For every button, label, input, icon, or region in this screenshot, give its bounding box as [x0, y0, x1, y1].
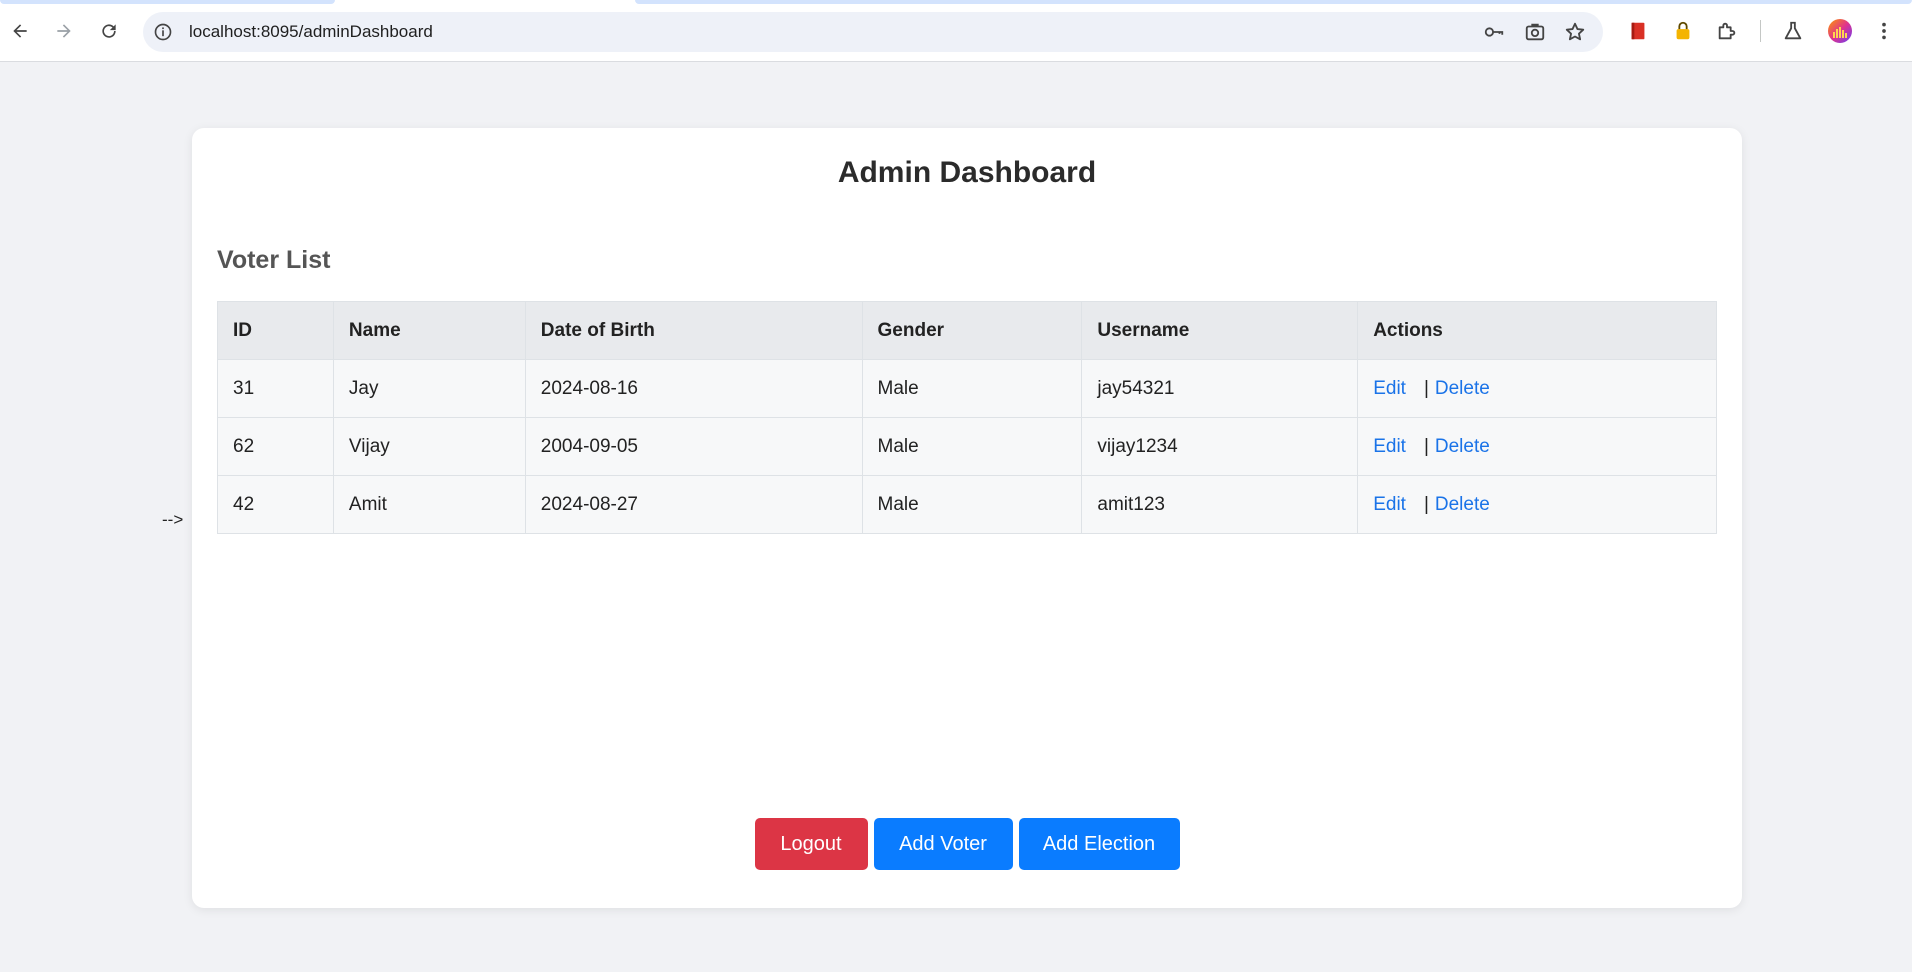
- back-arrow-icon: [13, 24, 27, 38]
- cell-username: vijay1234: [1081, 417, 1359, 476]
- cell-id: 31: [217, 359, 334, 418]
- url-text[interactable]: localhost:8095/adminDashboard: [189, 22, 433, 42]
- add-election-button[interactable]: Add Election: [1018, 818, 1180, 870]
- header-id: ID: [217, 301, 334, 360]
- cell-name: Vijay: [332, 417, 526, 476]
- cell-name: Jay: [332, 359, 526, 418]
- cell-gender: Male: [861, 359, 1083, 418]
- page-title: Admin Dashboard: [837, 156, 1097, 189]
- toolbar-separator: [1760, 20, 1761, 42]
- cell-name: Amit: [332, 475, 526, 534]
- password-key-icon[interactable]: [1483, 21, 1505, 43]
- header-username: Username: [1081, 301, 1359, 360]
- header-actions: Actions: [1357, 301, 1717, 360]
- table-row: 31 Jay 2024-08-16 Male jay54321 Edit | Del…: [217, 359, 1717, 418]
- action-separator: |: [1423, 435, 1429, 457]
- cell-gender: Male: [861, 417, 1083, 476]
- voter-table: ID Name Date of Birth Gender Username Ac…: [217, 301, 1717, 534]
- cell-actions: Edit | Delete: [1357, 417, 1717, 476]
- browser-menu-icon[interactable]: [1873, 20, 1895, 42]
- cell-id: 42: [217, 475, 334, 534]
- tab-strip-edge: [635, 0, 1912, 4]
- table-row: 62 Vijay 2004-09-05 Male vijay1234 Edit |…: [217, 417, 1717, 476]
- action-buttons: Logout Add Voter Add Election: [192, 818, 1742, 870]
- action-separator: |: [1423, 377, 1429, 399]
- reload-button[interactable]: [94, 16, 124, 46]
- cell-id: 62: [217, 417, 334, 476]
- cell-username: jay54321: [1081, 359, 1359, 418]
- profile-avatar-icon[interactable]: [1827, 18, 1853, 44]
- bookmark-star-icon[interactable]: [1564, 21, 1586, 43]
- edit-link[interactable]: Edit: [1373, 494, 1406, 515]
- delete-link[interactable]: Delete: [1435, 436, 1490, 457]
- labs-flask-icon[interactable]: [1782, 20, 1804, 42]
- back-button[interactable]: [5, 16, 35, 46]
- section-title: Voter List: [217, 246, 331, 274]
- cell-actions: Edit | Delete: [1357, 359, 1717, 418]
- table-row: 42 Amit 2024-08-27 Male amit123 Edit | Del…: [217, 475, 1717, 534]
- stray-comment-text: -->: [162, 510, 184, 529]
- dashboard-card: Admin Dashboard Voter List ID Name Date …: [192, 128, 1742, 908]
- browser-toolbar: localhost:8095/adminDashboard: [0, 0, 1912, 62]
- cell-dob: 2024-08-27: [524, 475, 863, 534]
- address-bar[interactable]: localhost:8095/adminDashboard: [143, 12, 1603, 52]
- header-gender: Gender: [861, 301, 1083, 360]
- screenshot-lens-icon[interactable]: [1524, 21, 1546, 43]
- edit-link[interactable]: Edit: [1373, 378, 1406, 399]
- delete-link[interactable]: Delete: [1435, 378, 1490, 399]
- reload-icon: [102, 24, 116, 38]
- forward-button[interactable]: [49, 16, 79, 46]
- tab-strip-edge: [0, 0, 335, 4]
- action-separator: |: [1423, 493, 1429, 515]
- lock-extension-icon[interactable]: [1672, 20, 1694, 42]
- red-book-extension-icon[interactable]: [1627, 20, 1649, 42]
- table-header-row: ID Name Date of Birth Gender Username Ac…: [217, 301, 1717, 360]
- cell-username: amit123: [1081, 475, 1359, 534]
- site-info-icon[interactable]: [153, 22, 173, 42]
- extensions-puzzle-icon[interactable]: [1716, 20, 1738, 42]
- header-dob: Date of Birth: [524, 301, 863, 360]
- delete-link[interactable]: Delete: [1435, 494, 1490, 515]
- cell-gender: Male: [861, 475, 1083, 534]
- cell-dob: 2004-09-05: [524, 417, 863, 476]
- forward-arrow-icon: [57, 24, 71, 38]
- edit-link[interactable]: Edit: [1373, 436, 1406, 457]
- cell-actions: Edit | Delete: [1357, 475, 1717, 534]
- header-name: Name: [332, 301, 526, 360]
- logout-button[interactable]: Logout: [754, 818, 868, 870]
- cell-dob: 2024-08-16: [524, 359, 863, 418]
- add-voter-button[interactable]: Add Voter: [873, 818, 1013, 870]
